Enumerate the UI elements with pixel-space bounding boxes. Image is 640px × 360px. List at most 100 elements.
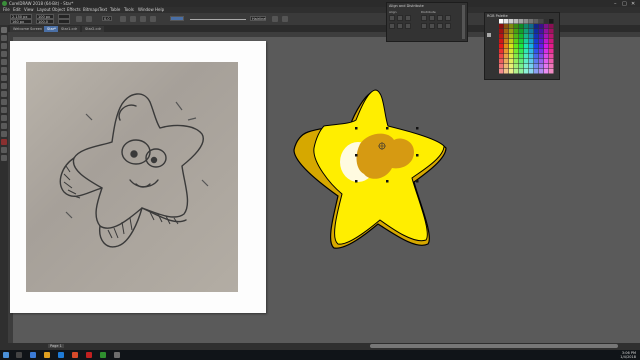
color-swatch[interactable]: [544, 59, 549, 64]
outline-style-select[interactable]: [170, 16, 184, 21]
color-swatch[interactable]: [514, 39, 519, 44]
text-tool-icon[interactable]: [1, 99, 7, 105]
menu-window[interactable]: Window: [138, 7, 154, 12]
color-swatch[interactable]: [499, 59, 504, 64]
pen-icon[interactable]: [120, 16, 126, 22]
edge-browser-icon[interactable]: [30, 352, 36, 358]
color-swatch[interactable]: [529, 24, 534, 29]
color-swatch[interactable]: [504, 49, 509, 54]
menu-table[interactable]: Table: [110, 7, 120, 12]
color-swatch[interactable]: [519, 24, 524, 29]
color-swatch[interactable]: [504, 39, 509, 44]
color-swatch[interactable]: [534, 29, 539, 34]
smooth-icon[interactable]: [150, 16, 156, 22]
color-swatch[interactable]: [529, 69, 534, 74]
color-swatch[interactable]: [504, 69, 509, 74]
node-icon[interactable]: [130, 16, 136, 22]
distribute-center-icon[interactable]: [429, 15, 435, 21]
color-swatch[interactable]: [539, 64, 544, 69]
color-swatch[interactable]: [539, 19, 544, 24]
color-swatch[interactable]: [534, 24, 539, 29]
distribute-right-icon[interactable]: [437, 15, 443, 21]
align-center-icon[interactable]: [397, 15, 403, 21]
color-swatch[interactable]: [534, 34, 539, 39]
ellipse-tool-icon[interactable]: [1, 83, 7, 89]
align-right-icon[interactable]: [405, 15, 411, 21]
star-character-vector[interactable]: [286, 84, 456, 254]
menu-edit[interactable]: Edit: [13, 7, 21, 12]
distribute-left-icon[interactable]: [421, 15, 427, 21]
color-swatch[interactable]: [504, 19, 509, 24]
connector-tool-icon[interactable]: [1, 115, 7, 121]
color-swatch[interactable]: [539, 29, 544, 34]
color-swatch[interactable]: [519, 29, 524, 34]
color-swatch[interactable]: [544, 64, 549, 69]
freehand-tool-icon[interactable]: [1, 59, 7, 65]
color-swatch[interactable]: [509, 64, 514, 69]
outline-width-field[interactable]: Hairline: [250, 16, 266, 21]
color-swatch[interactable]: [514, 34, 519, 39]
color-swatch[interactable]: [549, 34, 554, 39]
color-swatch[interactable]: [504, 44, 509, 49]
color-swatch[interactable]: [509, 24, 514, 29]
color-swatch[interactable]: [544, 24, 549, 29]
color-swatch[interactable]: [499, 54, 504, 59]
smart-fill-icon[interactable]: [1, 155, 7, 161]
color-swatch[interactable]: [499, 24, 504, 29]
color-swatch[interactable]: [504, 29, 509, 34]
color-swatch[interactable]: [549, 39, 554, 44]
color-swatch[interactable]: [519, 34, 524, 39]
color-swatch[interactable]: [504, 59, 509, 64]
menu-file[interactable]: File: [3, 7, 10, 12]
color-swatch[interactable]: [534, 39, 539, 44]
angle-field[interactable]: 0.0: [102, 16, 112, 21]
color-swatch[interactable]: [544, 19, 549, 24]
docker-scrollbar[interactable]: [462, 5, 465, 39]
color-swatch[interactable]: [524, 69, 529, 74]
outline-line-preview[interactable]: [190, 19, 246, 20]
color-swatch[interactable]: [524, 29, 529, 34]
color-swatch[interactable]: [539, 49, 544, 54]
color-swatch[interactable]: [539, 54, 544, 59]
color-swatch[interactable]: [534, 44, 539, 49]
color-swatch[interactable]: [549, 24, 554, 29]
color-swatch[interactable]: [529, 34, 534, 39]
page-tab[interactable]: Page 1: [48, 344, 64, 348]
color-swatch[interactable]: [514, 24, 519, 29]
color-swatch[interactable]: [534, 49, 539, 54]
color-swatch[interactable]: [544, 44, 549, 49]
menu-text[interactable]: Text: [99, 7, 107, 12]
color-swatch[interactable]: [549, 59, 554, 64]
file-explorer-icon[interactable]: [44, 352, 50, 358]
menu-bitmaps[interactable]: Bitmaps: [83, 7, 99, 12]
y-position-field[interactable]: 160 px: [10, 19, 32, 24]
color-swatch[interactable]: [529, 29, 534, 34]
color-swatch[interactable]: [519, 19, 524, 24]
color-swatch[interactable]: [519, 39, 524, 44]
color-swatch[interactable]: [539, 34, 544, 39]
align-middle-icon[interactable]: [397, 23, 403, 29]
color-swatch[interactable]: [544, 34, 549, 39]
color-swatch[interactable]: [509, 19, 514, 24]
distribute-bottom-icon[interactable]: [437, 23, 443, 29]
color-swatch[interactable]: [549, 44, 554, 49]
curve-icon[interactable]: [140, 16, 146, 22]
scale-field-2[interactable]: [58, 19, 70, 24]
coreldraw-taskbar-icon[interactable]: [100, 352, 106, 358]
color-swatch[interactable]: [549, 54, 554, 59]
system-clock[interactable]: 3:06 PM 1/4/2018: [620, 351, 636, 359]
crop-tool-icon[interactable]: [1, 43, 7, 49]
wrap-text-icon[interactable]: [272, 16, 278, 22]
color-swatch[interactable]: [529, 54, 534, 59]
color-swatch[interactable]: [504, 34, 509, 39]
align-left-icon[interactable]: [389, 15, 395, 21]
height-field[interactable]: 100.0: [36, 19, 54, 24]
lock-ratio-icon[interactable]: [76, 16, 82, 22]
chrome-icon[interactable]: [72, 352, 78, 358]
quick-customize-icon[interactable]: [282, 16, 288, 22]
color-swatch[interactable]: [534, 54, 539, 59]
search-icon[interactable]: [16, 352, 22, 358]
shape-tool-icon[interactable]: [1, 35, 7, 41]
color-swatch[interactable]: [534, 64, 539, 69]
zoom-tool-icon[interactable]: [1, 51, 7, 57]
